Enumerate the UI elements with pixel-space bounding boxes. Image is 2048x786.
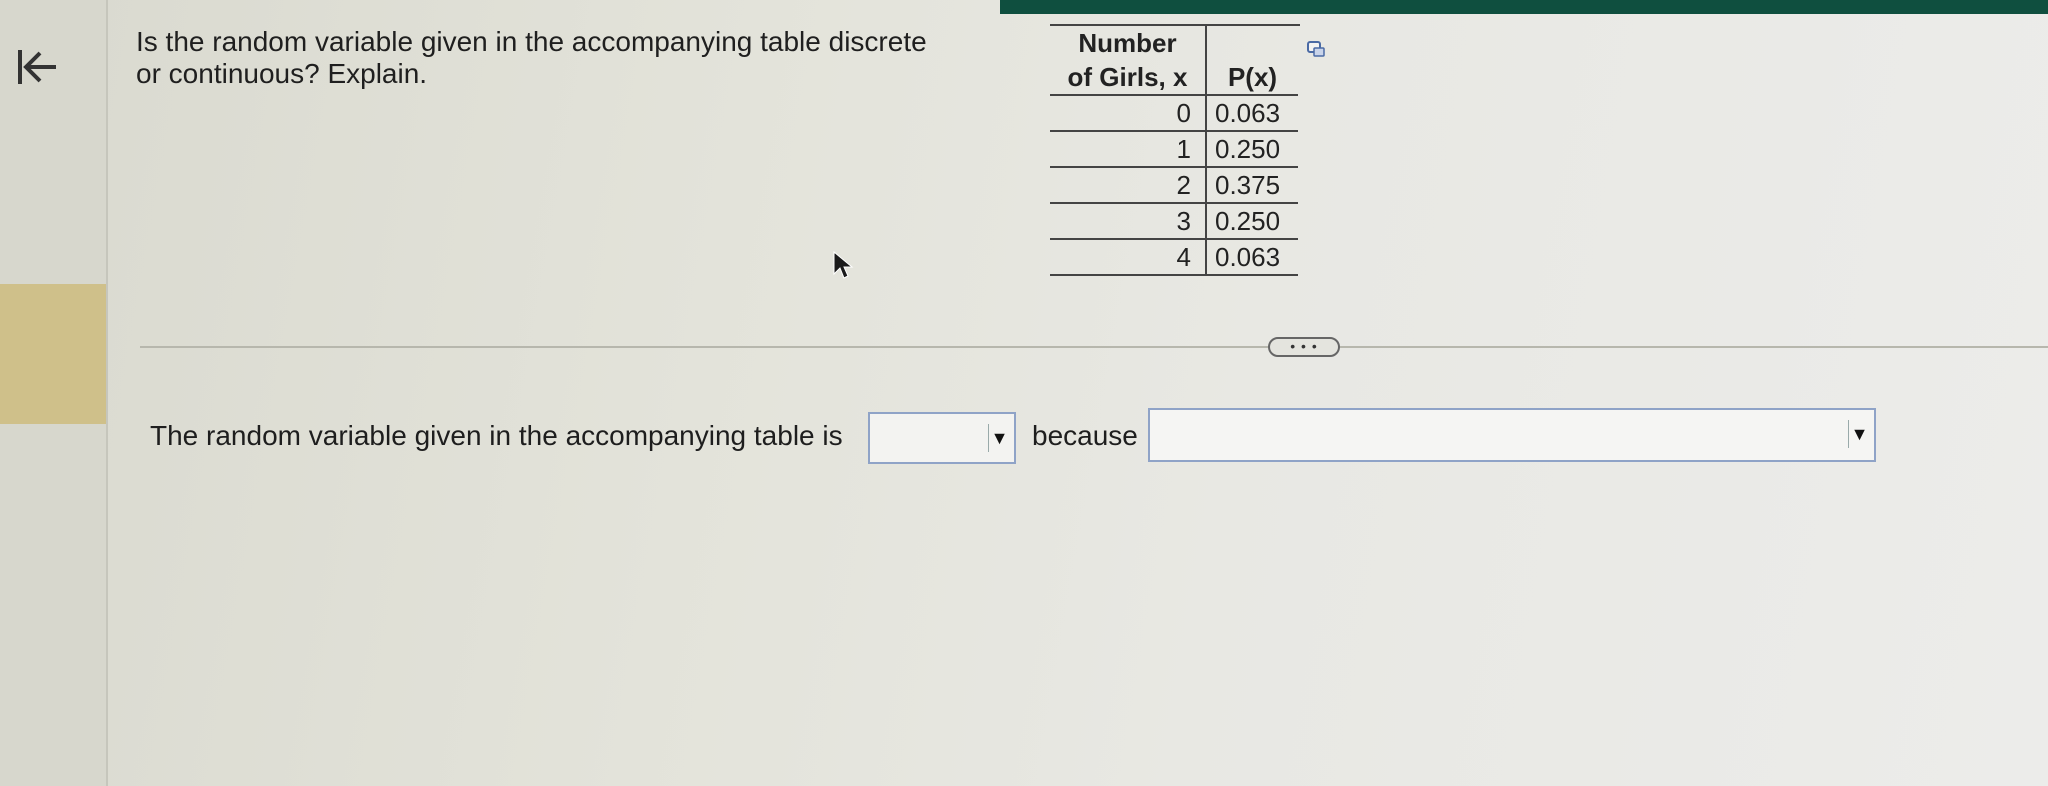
answer-prefix-text: The random variable given in the accompa… [150, 420, 843, 451]
chevron-down-icon[interactable]: ▼ [1848, 420, 1870, 448]
cell-p: 0.063 [1206, 239, 1298, 276]
cell-p: 0.375 [1206, 167, 1298, 204]
reason-select[interactable]: ▼ [1148, 408, 1876, 462]
cell-p: 0.250 [1206, 203, 1298, 240]
cell-x: 3 [1050, 203, 1207, 240]
table-row: 4 0.063 [1050, 239, 1298, 276]
cell-x: 2 [1050, 167, 1207, 204]
header-number-of-girls: Number of Girls, x [1050, 26, 1207, 96]
distribution-table-container: Number of Girls, x P(x) 0 0.063 1 0.250 … [1050, 26, 1298, 276]
section-divider [140, 346, 2048, 348]
header-probability: P(x) [1206, 26, 1298, 96]
table-row: 1 0.250 [1050, 131, 1298, 168]
top-accent-strip [1000, 0, 2048, 14]
copy-icon[interactable] [1306, 40, 1326, 58]
chevron-down-icon[interactable]: ▼ [988, 424, 1010, 452]
expand-more-button[interactable]: • • • [1268, 337, 1340, 357]
because-text: because [1032, 420, 1138, 451]
cell-x: 4 [1050, 239, 1207, 276]
question-text: Is the random variable given in the acco… [136, 26, 976, 90]
cell-x: 1 [1050, 131, 1207, 168]
table-row: 2 0.375 [1050, 167, 1298, 204]
header-x-line1: Number [1078, 28, 1177, 58]
cell-p: 0.250 [1206, 131, 1298, 168]
cell-x: 0 [1050, 95, 1207, 132]
probability-distribution-table: Number of Girls, x P(x) 0 0.063 1 0.250 … [1050, 26, 1298, 276]
cell-p: 0.063 [1206, 95, 1298, 132]
mouse-cursor-icon [833, 250, 854, 279]
left-panel-highlight [0, 284, 106, 424]
question-line-1: Is the random variable given in the acco… [136, 26, 927, 57]
discrete-continuous-select[interactable]: ▼ [868, 412, 1016, 464]
header-x-line2: of Girls, x [1067, 62, 1188, 92]
question-line-2: or continuous? Explain. [136, 58, 428, 89]
table-row: 0 0.063 [1050, 95, 1298, 132]
table-row: 3 0.250 [1050, 203, 1298, 240]
back-to-start-icon[interactable] [14, 44, 60, 90]
